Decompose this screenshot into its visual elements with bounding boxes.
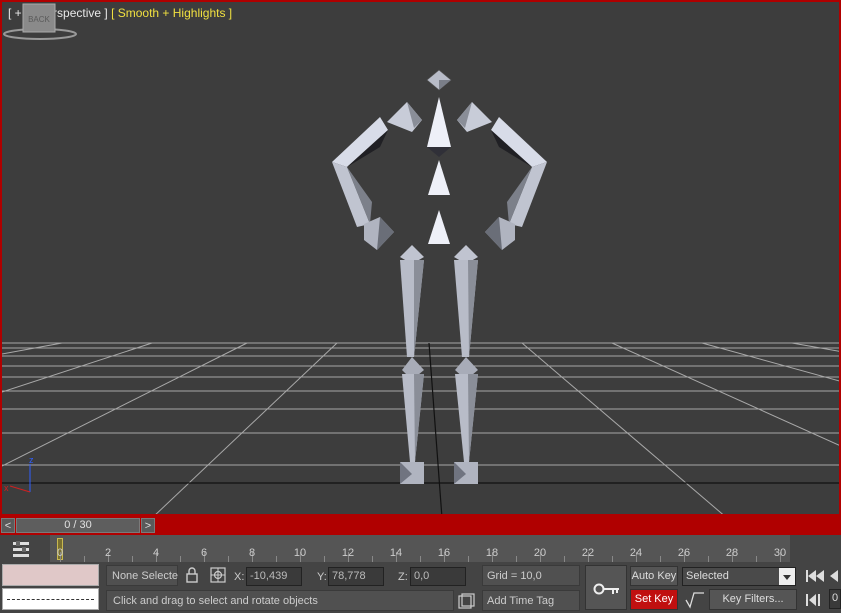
biped-figure[interactable]	[332, 69, 547, 484]
timeline-tick-label: 18	[485, 547, 499, 559]
z-coord-field[interactable]: 0,0	[410, 567, 466, 586]
key-mode-toggle-icon[interactable]	[804, 591, 826, 609]
absolute-mode-transform-icon[interactable]	[210, 567, 226, 583]
key-mode-dropdown[interactable]: Selected	[682, 567, 796, 586]
timeline-tick-label: 8	[248, 547, 256, 559]
timeline-tick-label: 20	[533, 547, 547, 559]
time-slider-bar: < 0 / 30 >	[0, 516, 841, 535]
axis-z-label: z	[29, 455, 34, 465]
timeline-tick-label: 6	[200, 547, 208, 559]
add-time-tag-button[interactable]: Add Time Tag	[482, 590, 580, 611]
go-to-start-icon[interactable]	[804, 567, 826, 585]
timeline-tick-label: 28	[725, 547, 739, 559]
previous-frame-icon[interactable]	[828, 567, 841, 585]
viewcube-face-label: BACK	[28, 15, 50, 24]
timeline-tick-label: 0	[56, 547, 64, 559]
grid-size-text: Grid = 10,0	[487, 570, 542, 582]
key-icon	[593, 583, 619, 595]
track-bar: 0 2 4 6 8 10 12 14 16 18 20 22 24 26 28 30	[0, 535, 841, 562]
key-mode-value: Selected	[686, 570, 729, 582]
maxscript-input-mini[interactable]	[2, 588, 99, 610]
timeline-tick-label: 30	[773, 547, 787, 559]
z-coord-label: Z:	[398, 571, 408, 583]
maxscript-listener-mini[interactable]	[2, 564, 99, 586]
set-key-mode-button[interactable]	[585, 565, 627, 610]
timeline-tick-label: 14	[389, 547, 403, 559]
selection-info-text: None Selected	[112, 570, 178, 582]
time-slider-next-button[interactable]: >	[141, 518, 155, 533]
default-in-out-tangents-icon[interactable]	[684, 591, 706, 609]
timeline-tick-label: 16	[437, 547, 451, 559]
timeline-tick-label: 22	[581, 547, 595, 559]
timeline-ruler[interactable]: 0 2 4 6 8 10 12 14 16 18 20 22 24 26 28 30	[50, 535, 790, 562]
timeline-tick-label: 24	[629, 547, 643, 559]
status-bar: None Selected X: -10,439 Y: 78,778 Z: 0,…	[0, 562, 841, 613]
timeline-tick-label: 26	[677, 547, 691, 559]
lock-selection-icon[interactable]	[185, 567, 199, 583]
prompt-text: Click and drag to select and rotate obje…	[113, 595, 318, 607]
timeline-tick-label: 2	[104, 547, 112, 559]
current-frame-field[interactable]: 0	[829, 589, 841, 609]
y-coord-field[interactable]: 78,778	[328, 567, 384, 586]
perspective-viewport[interactable]: z x [ + ] [ Perspective ] [ Smooth + Hig…	[0, 0, 841, 516]
x-coord-label: X:	[234, 571, 245, 583]
viewport-scene: z x	[2, 69, 839, 514]
time-slider[interactable]: 0 / 30	[16, 518, 140, 533]
time-tag-icon[interactable]	[458, 593, 476, 609]
curve-editor-icon[interactable]	[10, 539, 32, 559]
x-coord-field[interactable]: -10,439	[246, 567, 302, 586]
key-filters-button[interactable]: Key Filters...	[709, 589, 797, 610]
add-time-tag-label: Add Time Tag	[487, 595, 555, 607]
viewport-shading-menu[interactable]: [ Smooth + Highlights ]	[111, 6, 232, 20]
grid-size-panel: Grid = 10,0	[482, 565, 580, 586]
axis-tripod: z x	[4, 455, 34, 493]
y-coord-label: Y:	[317, 571, 327, 583]
selection-info-panel: None Selected	[106, 565, 178, 586]
timeline-tick-label: 4	[152, 547, 160, 559]
time-slider-prev-button[interactable]: <	[1, 518, 15, 533]
axis-x-label: x	[4, 483, 9, 493]
timeline-tick-label: 12	[341, 547, 355, 559]
y-axis-line	[428, 342, 443, 514]
chevron-down-icon[interactable]	[779, 568, 795, 585]
auto-key-button[interactable]: Auto Key	[630, 566, 678, 586]
prompt-line: Click and drag to select and rotate obje…	[106, 590, 454, 611]
viewcube[interactable]: BACK	[2, 2, 78, 42]
timeline-tick-label: 10	[293, 547, 307, 559]
set-key-button[interactable]: Set Key	[630, 589, 678, 610]
